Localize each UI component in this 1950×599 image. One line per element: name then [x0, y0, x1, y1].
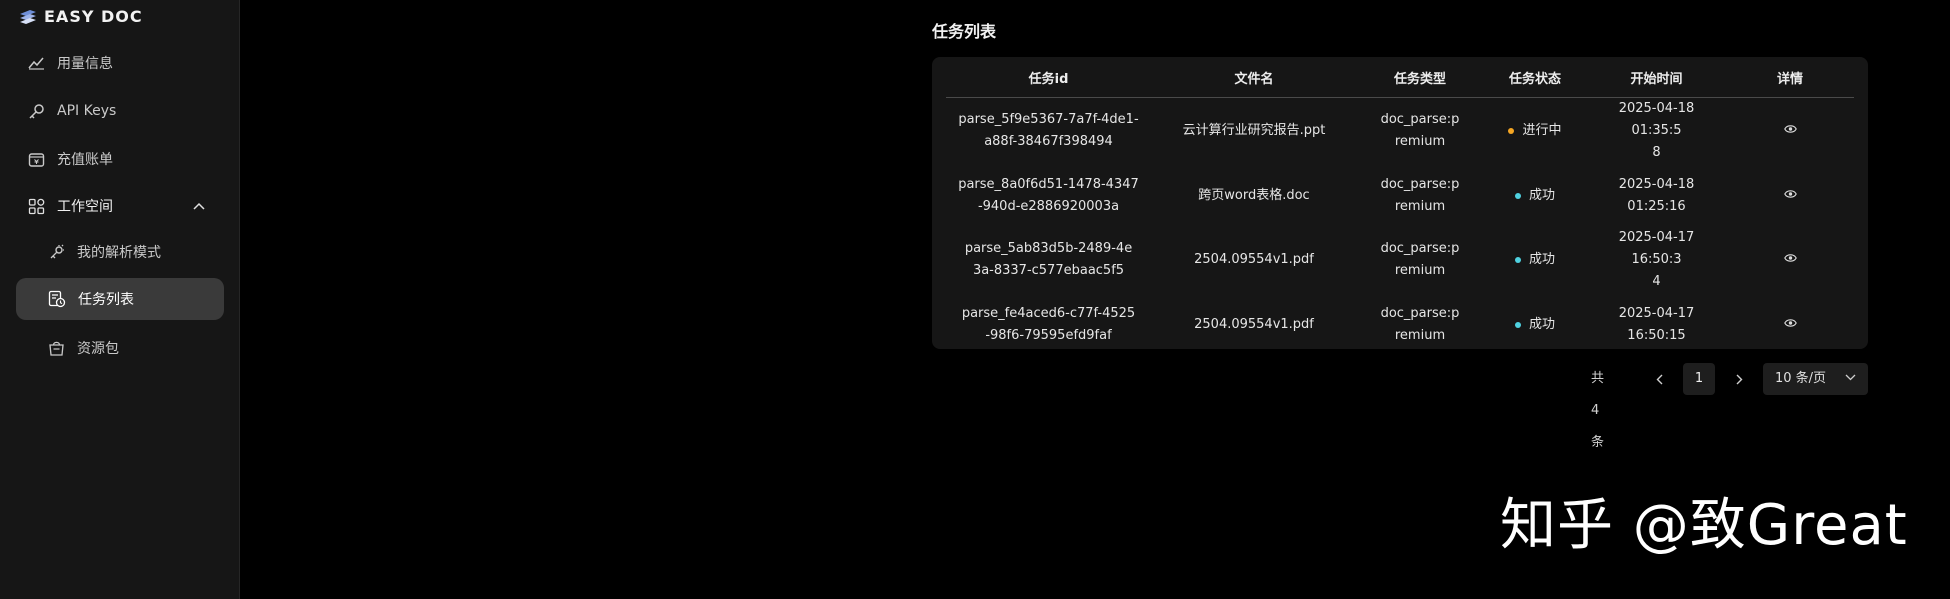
status-cell: 成功 — [1483, 164, 1587, 227]
page-title: 任务列表 — [932, 22, 997, 41]
logo-icon — [20, 9, 36, 24]
table-row: parse_fe4aced6-c77f-4525 -98f6-79595efd9f… — [946, 293, 1854, 356]
sidebar-item-resource-pack[interactable]: 资源包 — [48, 337, 119, 359]
chart-line-icon — [28, 57, 44, 70]
pagination-next-button[interactable] — [1729, 363, 1749, 395]
chevron-left-icon — [1656, 374, 1662, 384]
table-row: parse_5f9e5367-7a7f-4de1- a88f-38467f3984… — [946, 98, 1854, 165]
eye-icon[interactable] — [1783, 189, 1797, 199]
task-table: 任务id 文件名 任务类型 任务状态 开始时间 详情 parse_5f9e536… — [946, 57, 1854, 356]
start-time-cell: 2025-04-18 01:25:16 — [1618, 176, 1695, 214]
sidebar-item-label: 资源包 — [77, 341, 119, 357]
sidebar-item-api-keys[interactable]: API Keys — [28, 100, 116, 122]
sidebar-item-label: 任务列表 — [78, 292, 134, 308]
task-table-card: 任务id 文件名 任务类型 任务状态 开始时间 详情 parse_5f9e536… — [932, 57, 1868, 349]
sidebar-item-label: 我的解析模式 — [77, 245, 161, 261]
status-text: 成功 — [1528, 316, 1555, 332]
eye-icon[interactable] — [1783, 253, 1797, 263]
chevron-down-icon — [1845, 374, 1856, 381]
details-cell — [1726, 293, 1854, 356]
status-dot-icon — [1514, 321, 1521, 328]
eye-icon[interactable] — [1783, 318, 1797, 328]
file-name-cell: 跨页word表格.doc — [1198, 187, 1310, 203]
status-text: 成功 — [1528, 252, 1555, 267]
app-logo[interactable]: EASY DOC — [18, 7, 143, 26]
sidebar-item-task-list[interactable]: 任务列表 — [16, 278, 224, 320]
task-type-cell: doc_parse:p remium — [1380, 176, 1460, 214]
task-id-cell: parse_8a0f6d51-1478-4347 -940d-e288692000… — [958, 176, 1139, 214]
sidebar-group-workspace[interactable]: 工作空间 — [28, 195, 217, 217]
table-row: parse_8a0f6d51-1478-4347 -940d-e288692000… — [946, 164, 1854, 227]
page-size-select[interactable]: 10 条/页 — [1763, 363, 1868, 395]
file-name-cell: 2504.09554v1.pdf — [1194, 252, 1314, 267]
pagination-total: 共 4 条 — [1591, 371, 1605, 450]
details-cell — [1726, 227, 1854, 293]
table-row: parse_5ab83d5b-2489-4e 3a-8337-c577ebaac5… — [946, 227, 1854, 293]
task-type-cell: doc_parse:p remium — [1380, 241, 1460, 278]
column-header-details: 详情 — [1726, 57, 1854, 98]
status-cell: 成功 — [1483, 227, 1587, 293]
sidebar: EASY DOC 用量信息 API Keys 充值账单 工作空间 我的解析模式 … — [0, 0, 240, 599]
watermark: 知乎 @致Great — [1500, 493, 1908, 558]
task-id-cell: parse_fe4aced6-c77f-4525 -98f6-79595efd9f… — [961, 305, 1136, 343]
status-dot-icon — [1514, 192, 1521, 199]
task-list-icon — [48, 290, 66, 308]
start-time-cell: 2025-04-17 16:50:15 — [1618, 305, 1695, 343]
file-name-cell: 云计算行业研究报告.ppt — [1182, 123, 1326, 138]
sidebar-item-label: 用量信息 — [57, 56, 113, 72]
page-size-value: 10 条/页 — [1775, 371, 1827, 386]
table-header-row: 任务id 文件名 任务类型 任务状态 开始时间 详情 — [946, 57, 1854, 98]
key-icon — [29, 103, 44, 119]
task-type-cell: doc_parse:p remium — [1380, 112, 1460, 149]
task-id-cell: parse_5f9e5367-7a7f-4de1- a88f-38467f3984… — [958, 112, 1139, 149]
column-header-task-type: 任务类型 — [1357, 57, 1483, 98]
start-time-cell: 2025-04-17 16:50:3 4 — [1618, 230, 1695, 289]
status-dot-icon — [1508, 128, 1515, 134]
settings-link-icon — [50, 244, 64, 258]
pagination-prev-button[interactable] — [1649, 363, 1669, 395]
status-text: 进行中 — [1522, 123, 1562, 138]
logo-text: EASY DOC — [44, 7, 143, 26]
column-header-task-id: 任务id — [946, 57, 1151, 98]
sidebar-item-parse-modes[interactable]: 我的解析模式 — [48, 241, 161, 263]
sidebar-item-label: API Keys — [57, 103, 117, 119]
file-name-cell: 2504.09554v1.pdf — [1194, 316, 1314, 332]
sidebar-item-label: 充值账单 — [57, 152, 113, 168]
task-id-cell: parse_5ab83d5b-2489-4e 3a-8337-c577ebaac5… — [964, 241, 1133, 278]
pagination-page-button[interactable]: 1 — [1683, 363, 1715, 395]
column-header-status: 任务状态 — [1483, 57, 1587, 98]
status-cell: 成功 — [1483, 293, 1587, 356]
sidebar-item-usage[interactable]: 用量信息 — [28, 52, 113, 74]
chevron-right-icon — [1736, 374, 1742, 384]
sidebar-group-label: 工作空间 — [57, 199, 113, 215]
package-icon — [49, 341, 64, 356]
bill-icon — [28, 152, 45, 167]
column-header-start-time: 开始时间 — [1587, 57, 1726, 98]
status-text: 成功 — [1528, 187, 1555, 203]
status-dot-icon — [1514, 257, 1521, 263]
column-header-file-name: 文件名 — [1151, 57, 1357, 98]
details-cell — [1726, 98, 1854, 165]
grid-icon — [28, 198, 45, 214]
status-cell: 进行中 — [1483, 98, 1587, 165]
chevron-up-icon[interactable] — [193, 202, 205, 210]
details-cell — [1726, 164, 1854, 227]
start-time-cell: 2025-04-18 01:35:5 8 — [1618, 101, 1695, 160]
eye-icon[interactable] — [1783, 124, 1797, 134]
sidebar-item-billing[interactable]: 充值账单 — [28, 148, 113, 170]
task-type-cell: doc_parse:p remium — [1380, 305, 1460, 343]
